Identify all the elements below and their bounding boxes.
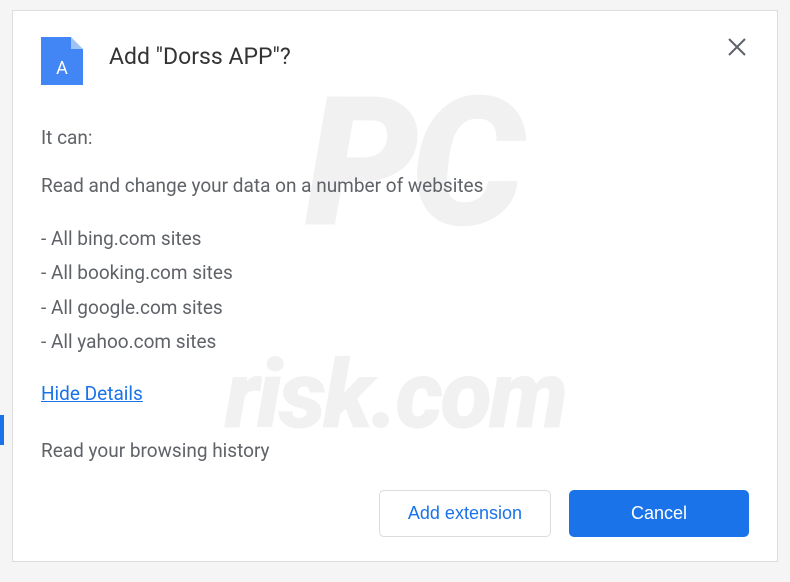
history-permission-text: Read your browsing history bbox=[41, 436, 749, 466]
site-item: - All yahoo.com sites bbox=[41, 327, 749, 357]
permission-description: Read and change your data on a number of… bbox=[41, 171, 749, 201]
extension-install-dialog: A Add "Dorss APP"? It can: Read and chan… bbox=[12, 10, 778, 562]
add-extension-button[interactable]: Add extension bbox=[379, 490, 551, 537]
left-accent-bar bbox=[0, 415, 4, 445]
hide-details-link[interactable]: Hide Details bbox=[41, 379, 143, 409]
dialog-header: A Add "Dorss APP"? bbox=[41, 35, 749, 85]
sites-list: - All bing.com sites - All booking.com s… bbox=[41, 224, 749, 358]
dialog-title: Add "Dorss APP"? bbox=[109, 43, 291, 70]
site-item: - All google.com sites bbox=[41, 293, 749, 323]
site-item: - All booking.com sites bbox=[41, 258, 749, 288]
cancel-button[interactable]: Cancel bbox=[569, 490, 749, 537]
site-item: - All bing.com sites bbox=[41, 224, 749, 254]
close-button[interactable] bbox=[723, 33, 751, 61]
it-can-label: It can: bbox=[41, 123, 749, 153]
dialog-actions: Add extension Cancel bbox=[379, 490, 749, 537]
dialog-content: It can: Read and change your data on a n… bbox=[41, 123, 749, 466]
app-icon-letter: A bbox=[56, 58, 68, 79]
close-icon bbox=[728, 38, 746, 56]
app-icon: A bbox=[41, 37, 83, 85]
